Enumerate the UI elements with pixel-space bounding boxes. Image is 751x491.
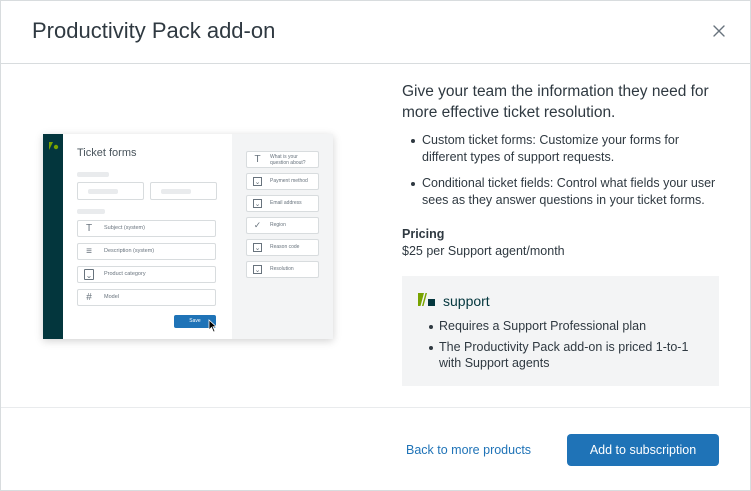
preview-side-field: ✓ Region: [246, 217, 319, 234]
text-icon: T: [85, 223, 93, 234]
preview-side-field: ⌄ Reason code: [246, 239, 319, 256]
placeholder-box: [77, 182, 144, 200]
modal-dialog: Productivity Pack add-on Ticket forms T …: [0, 0, 751, 491]
support-product-name: support: [443, 293, 490, 309]
support-requirements-list: Requires a Support Professional plan The…: [424, 318, 709, 376]
modal-title: Productivity Pack add-on: [32, 18, 276, 43]
preview-side-field: ⌄ Resolution: [246, 261, 319, 278]
preview-side-label: Reason code: [270, 244, 300, 250]
preview-field-label: Subject (system): [104, 225, 145, 231]
footer-divider: [1, 407, 750, 408]
support-logo-icon: [418, 293, 435, 306]
pricing-value: $25 per Support agent/month: [402, 244, 565, 258]
support-requirement-item: Requires a Support Professional plan: [424, 318, 709, 335]
feature-list: Custom ticket forms: Customize your form…: [406, 132, 726, 218]
back-to-products-link[interactable]: Back to more products: [406, 443, 531, 457]
preview-form-panel: Ticket forms T Subject (system) ≡ Descri…: [63, 134, 232, 339]
number-icon: #: [86, 292, 92, 303]
placeholder-bar: [77, 172, 109, 177]
dropdown-icon: ⌄: [253, 265, 262, 274]
placeholder-box: [150, 182, 217, 200]
preview-field: ⌄ Product category: [77, 266, 216, 283]
ticket-forms-illustration: Ticket forms T Subject (system) ≡ Descri…: [43, 134, 333, 339]
preview-field-label: Description (system): [104, 248, 155, 254]
preview-side-field: ⌄ Email address: [246, 195, 319, 212]
preview-field-label: Product category: [104, 271, 146, 277]
add-to-subscription-button[interactable]: Add to subscription: [567, 434, 719, 466]
preview-side-label: Region: [270, 222, 286, 228]
dropdown-icon: ⌄: [253, 177, 262, 186]
multiline-icon: ≡: [86, 246, 92, 257]
placeholder-bar: [77, 209, 105, 214]
preview-field: # Model: [77, 289, 216, 306]
dropdown-icon: ⌄: [253, 243, 262, 252]
zendesk-logo-icon: [49, 142, 59, 150]
feature-item: Custom ticket forms: Customize your form…: [406, 132, 726, 165]
support-info-box: support Requires a Support Professional …: [402, 276, 719, 386]
dropdown-icon: ⌄: [253, 199, 262, 208]
preview-side-label: What is your question about?: [270, 154, 306, 166]
preview-side-label: Email address: [270, 200, 302, 206]
preview-field: ≡ Description (system): [77, 243, 216, 260]
preview-sidebar: [43, 134, 63, 339]
support-requirement-item: The Productivity Pack add-on is priced 1…: [424, 339, 709, 372]
feature-item: Conditional ticket fields: Control what …: [406, 175, 726, 208]
dropdown-icon: ⌄: [84, 269, 94, 280]
preview-title: Ticket forms: [77, 147, 137, 159]
pricing-label: Pricing: [402, 227, 445, 241]
text-icon: T: [254, 154, 261, 165]
close-icon[interactable]: [709, 21, 729, 41]
cursor-icon: [208, 319, 218, 333]
preview-side-field: T What is your question about?: [246, 151, 319, 168]
preview-side-label: Resolution: [270, 266, 294, 272]
preview-field-label: Model: [104, 294, 119, 300]
preview-side-field: ⌄ Payment method: [246, 173, 319, 190]
description-heading: Give your team the information they need…: [402, 83, 709, 121]
modal-header: Productivity Pack add-on: [1, 1, 750, 64]
preview-field: T Subject (system): [77, 220, 216, 237]
check-icon: ✓: [253, 220, 262, 230]
preview-side-label: Payment method: [270, 178, 308, 184]
